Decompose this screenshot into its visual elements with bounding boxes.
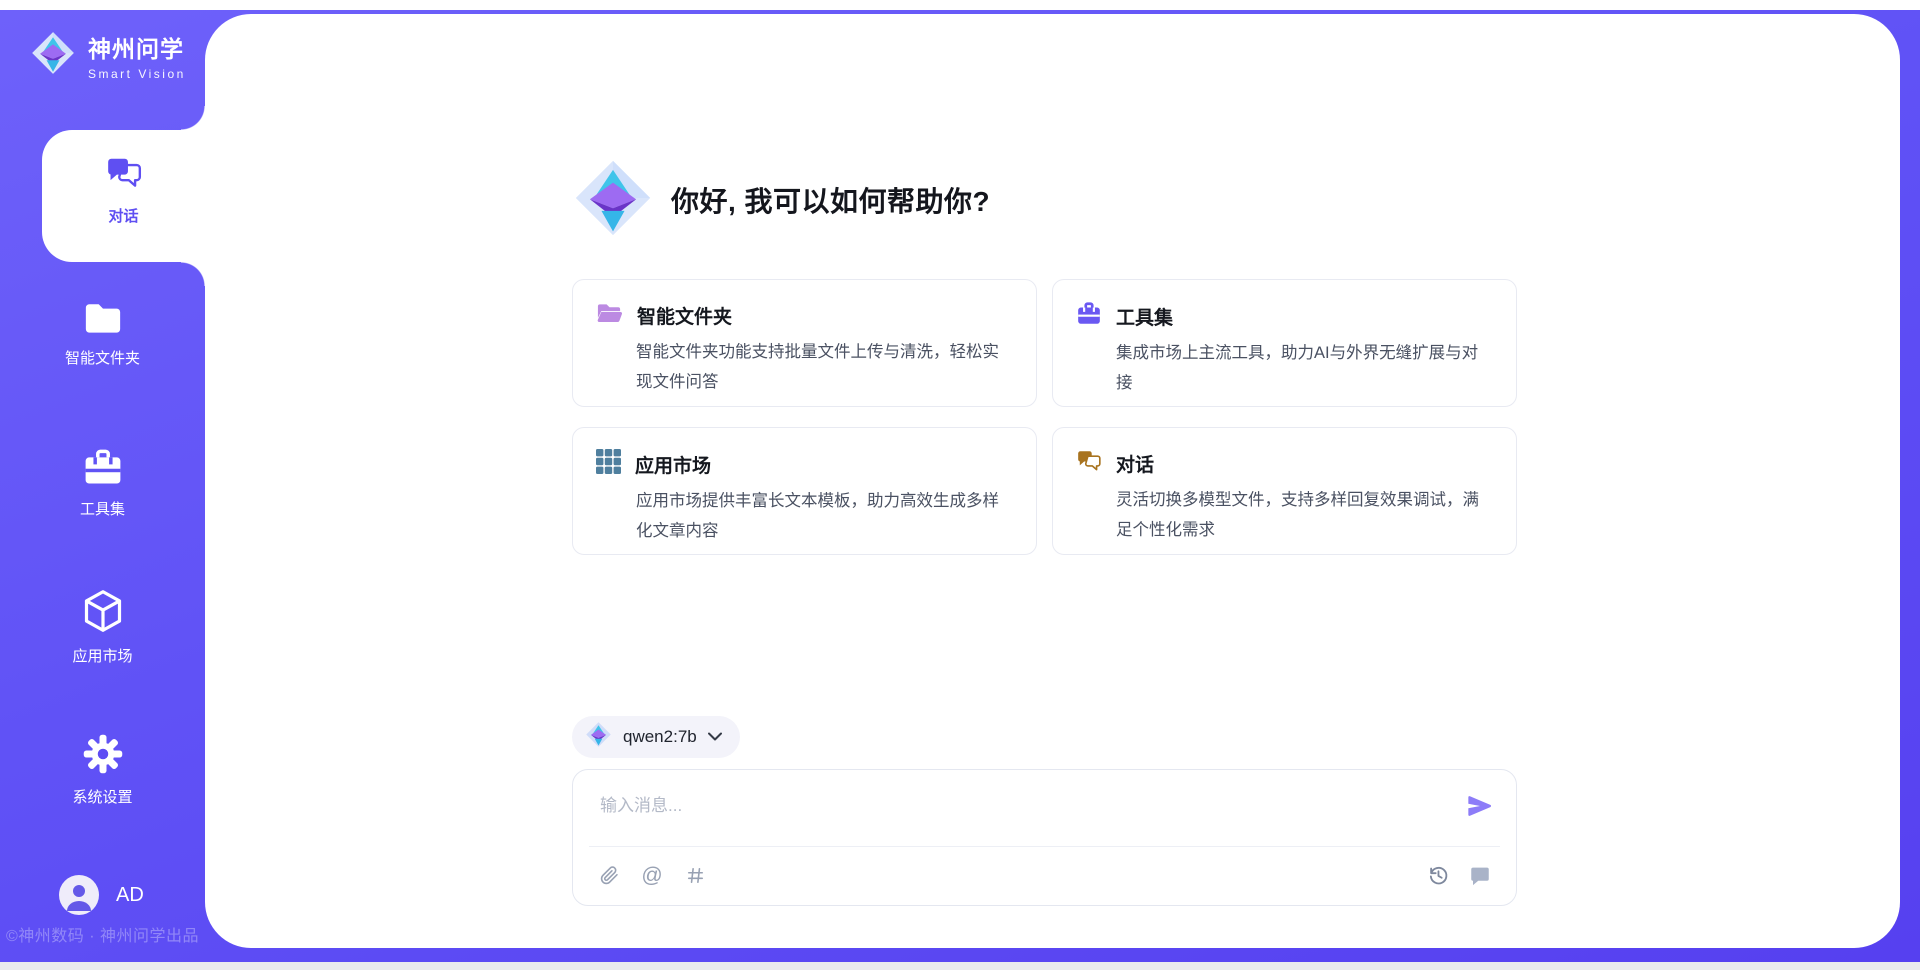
brand-gem-icon bbox=[30, 30, 76, 81]
hash-icon bbox=[686, 866, 705, 885]
chat-bubble-solid-icon bbox=[1469, 865, 1491, 886]
toolbox-icon bbox=[82, 447, 124, 491]
attach-file-button[interactable] bbox=[597, 863, 621, 887]
chat-history-button[interactable] bbox=[1468, 863, 1492, 887]
card-toolbox[interactable]: 工具集 集成市场上主流工具，助力AI与外界无缝扩展与对接 bbox=[1052, 279, 1517, 407]
model-gem-icon bbox=[585, 721, 612, 753]
copyright: ©神州数码 · 神州问学出品 bbox=[0, 922, 205, 946]
grid-icon bbox=[596, 449, 621, 479]
card-description: 集成市场上主流工具，助力AI与外界无缝扩展与对接 bbox=[1116, 338, 1492, 398]
sidebar-item-label: 应用市场 bbox=[72, 649, 132, 664]
greeting-gem-icon bbox=[572, 157, 654, 244]
feature-cards: 智能文件夹 智能文件夹功能支持批量文件上传与清洗，轻松实现文件问答 bbox=[572, 279, 1517, 555]
toolbox-icon bbox=[1076, 301, 1102, 331]
bottom-strip bbox=[0, 962, 1920, 970]
card-title: 应用市场 bbox=[635, 451, 711, 478]
sidebar-item-toolbox[interactable]: 工具集 bbox=[0, 447, 205, 517]
card-description: 智能文件夹功能支持批量文件上传与清洗，轻松实现文件问答 bbox=[636, 337, 1012, 397]
model-selector[interactable]: qwen2:7b bbox=[572, 716, 740, 758]
sidebar-item-label: 对话 bbox=[108, 205, 138, 226]
sidebar-item-app-market[interactable]: 应用市场 bbox=[0, 588, 205, 664]
sidebar-item-settings[interactable]: 系统设置 bbox=[0, 733, 205, 805]
card-description: 灵活切换多模型文件，支持多样回复效果调试，满足个性化需求 bbox=[1116, 485, 1492, 545]
at-icon: @ bbox=[641, 865, 662, 886]
mention-button[interactable]: @ bbox=[640, 863, 664, 887]
sidebar-item-chat[interactable]: 对话 bbox=[42, 130, 205, 262]
sidebar-item-smart-folder[interactable]: 智能文件夹 bbox=[0, 300, 205, 366]
model-name: qwen2:7b bbox=[623, 727, 697, 747]
sidebar-item-label: 系统设置 bbox=[72, 790, 132, 805]
paper-plane-icon bbox=[1466, 792, 1494, 820]
gear-icon bbox=[82, 733, 124, 779]
send-button[interactable] bbox=[1466, 792, 1494, 820]
brand: 神州问学 Smart Vision bbox=[30, 30, 186, 81]
avatar bbox=[59, 875, 99, 915]
hash-button[interactable] bbox=[683, 863, 707, 887]
sidebar-item-label: 智能文件夹 bbox=[65, 351, 140, 366]
user-account[interactable]: AD bbox=[59, 875, 144, 915]
card-title: 工具集 bbox=[1116, 303, 1173, 330]
greeting-text: 你好, 我可以如何帮助你? bbox=[671, 180, 990, 220]
card-app-market[interactable]: 应用市场 应用市场提供丰富长文本模板，助力高效生成多样化文章内容 bbox=[572, 427, 1037, 555]
chat-bubbles-icon bbox=[1076, 449, 1102, 478]
user-initials: AD bbox=[116, 884, 144, 907]
chevron-down-icon bbox=[708, 728, 722, 746]
brand-name: 神州问学 bbox=[88, 30, 186, 64]
cube-icon bbox=[81, 588, 125, 638]
app-frame: 神州问学 Smart Vision 对话 bbox=[0, 10, 1920, 962]
card-title: 对话 bbox=[1116, 450, 1154, 477]
message-composer: @ bbox=[572, 769, 1517, 906]
main-panel: 你好, 我可以如何帮助你? 智能文件夹 bbox=[205, 14, 1900, 948]
page: 神州问学 Smart Vision 对话 bbox=[0, 0, 1920, 970]
message-input[interactable] bbox=[600, 791, 1420, 837]
chat-bubbles-icon bbox=[104, 154, 144, 196]
history-icon bbox=[1427, 864, 1449, 886]
card-chat[interactable]: 对话 灵活切换多模型文件，支持多样回复效果调试，满足个性化需求 bbox=[1052, 427, 1517, 555]
brand-text: 神州问学 Smart Vision bbox=[88, 30, 186, 81]
card-smart-folder[interactable]: 智能文件夹 智能文件夹功能支持批量文件上传与清洗，轻松实现文件问答 bbox=[572, 279, 1037, 407]
history-button[interactable] bbox=[1426, 863, 1450, 887]
brand-subtitle: Smart Vision bbox=[88, 67, 186, 81]
folder-open-icon bbox=[596, 301, 623, 330]
composer-footer: @ bbox=[573, 845, 1516, 905]
card-title: 智能文件夹 bbox=[637, 302, 732, 329]
sidebar-item-label: 工具集 bbox=[80, 502, 125, 517]
sidebar: 神州问学 Smart Vision 对话 bbox=[0, 10, 205, 962]
greeting: 你好, 我可以如何帮助你? bbox=[572, 160, 1517, 240]
paperclip-icon bbox=[600, 866, 619, 885]
folder-icon bbox=[82, 300, 124, 340]
card-description: 应用市场提供丰富长文本模板，助力高效生成多样化文章内容 bbox=[636, 486, 1012, 546]
